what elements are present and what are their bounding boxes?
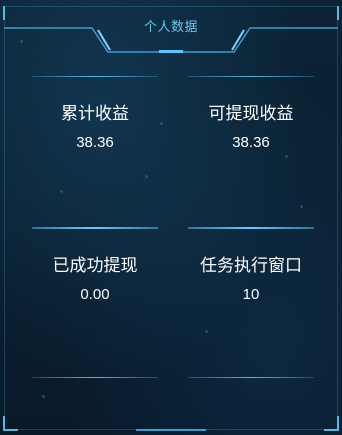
particle-dot xyxy=(60,190,63,193)
stat-value: 38.36 xyxy=(232,134,270,151)
stat-divider xyxy=(188,227,314,229)
stat-total-earnings: 累计收益 38.36 xyxy=(32,76,158,151)
bottom-divider xyxy=(32,377,158,378)
stat-value: 10 xyxy=(242,286,260,303)
stat-label: 已成功提现 xyxy=(52,256,138,276)
stat-task-execution-window: 任务执行窗口 10 xyxy=(188,227,314,303)
bottom-divider xyxy=(188,377,314,378)
particle-dot xyxy=(145,175,148,178)
particle-dot xyxy=(205,330,208,333)
panel-frame xyxy=(3,6,339,431)
stat-label: 任务执行窗口 xyxy=(200,256,302,276)
stat-label: 可提现收益 xyxy=(208,104,294,124)
particle-dot xyxy=(285,155,288,158)
stat-divider xyxy=(32,76,158,77)
stat-divider xyxy=(32,227,158,229)
stat-value: 0.00 xyxy=(80,286,110,303)
particle-dot xyxy=(300,205,303,208)
panel-title: 个人数据 xyxy=(143,20,198,35)
stat-successful-withdrawals: 已成功提现 0.00 xyxy=(32,227,158,303)
particle-dot xyxy=(160,122,163,125)
particle-dot xyxy=(42,395,45,398)
particle-dot xyxy=(20,40,23,43)
stat-label: 累计收益 xyxy=(61,104,129,124)
stat-divider xyxy=(188,76,314,77)
stat-withdrawable-earnings: 可提现收益 38.36 xyxy=(188,76,314,151)
stat-value: 38.36 xyxy=(76,134,114,151)
personal-data-panel: 个人数据 累计收益 38.36 可提现收益 38.36 已成功提现 0.00 任… xyxy=(0,0,342,435)
